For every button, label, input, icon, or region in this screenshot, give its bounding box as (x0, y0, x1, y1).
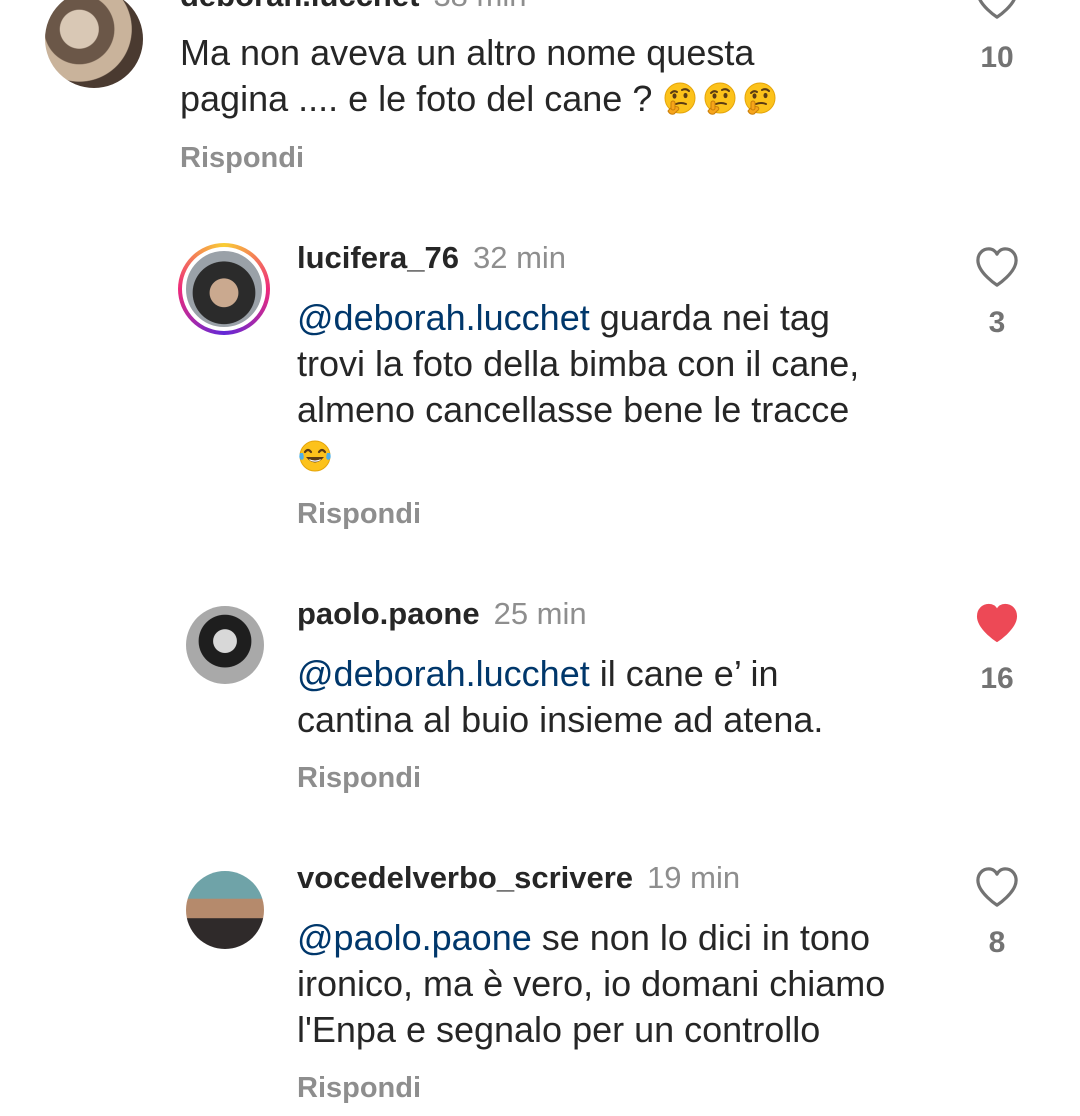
like-count: 3 (988, 306, 1006, 339)
avatar[interactable] (186, 606, 264, 684)
mention-link[interactable]: @deborah.lucchet (297, 297, 590, 338)
comment-header: lucifera_76 32 min (297, 240, 566, 276)
heart-icon[interactable] (974, 0, 1020, 20)
mention-link[interactable]: @paolo.paone (297, 917, 532, 958)
avatar[interactable] (178, 243, 270, 335)
avatar[interactable] (186, 871, 264, 949)
face-with-tears-of-joy-icon (297, 435, 337, 476)
like-count: 16 (980, 662, 1014, 695)
comment-text: Ma non aveva un altro nome questa pagina… (180, 30, 782, 122)
avatar[interactable] (45, 0, 143, 88)
reply-button[interactable]: Rispondi (297, 762, 421, 795)
reply-button[interactable]: Rispondi (297, 498, 421, 531)
username[interactable]: deborah.lucchet (180, 0, 419, 13)
username[interactable]: lucifera_76 (297, 240, 459, 275)
comment-text: @paolo.paone se non lo dici in tono iron… (297, 915, 885, 1053)
heart-icon[interactable] (974, 246, 1020, 288)
timestamp: 19 min (647, 860, 741, 895)
timestamp: 32 min (473, 240, 567, 275)
comment-text: @deborah.lucchet il cane e’ in cantina a… (297, 651, 823, 743)
comment-header: deborah.lucchet 38 min (180, 0, 526, 14)
reply-button[interactable]: Rispondi (297, 1072, 421, 1105)
timestamp: 25 min (493, 596, 587, 631)
comment-header: paolo.paone 25 min (297, 596, 587, 632)
thinking-face-icon (662, 78, 782, 119)
like-count: 8 (988, 926, 1006, 959)
username[interactable]: vocedelverbo_scrivere (297, 860, 633, 895)
mention-link[interactable]: @deborah.lucchet (297, 653, 590, 694)
like-count: 10 (980, 41, 1014, 74)
comment-header: vocedelverbo_scrivere 19 min (297, 860, 740, 896)
comment-text: @deborah.lucchet guarda nei tag trovi la… (297, 295, 859, 479)
timestamp: 38 min (433, 0, 526, 13)
heart-filled-icon[interactable] (974, 602, 1020, 644)
reply-button[interactable]: Rispondi (180, 142, 304, 175)
heart-icon[interactable] (974, 866, 1020, 908)
username[interactable]: paolo.paone (297, 596, 480, 631)
